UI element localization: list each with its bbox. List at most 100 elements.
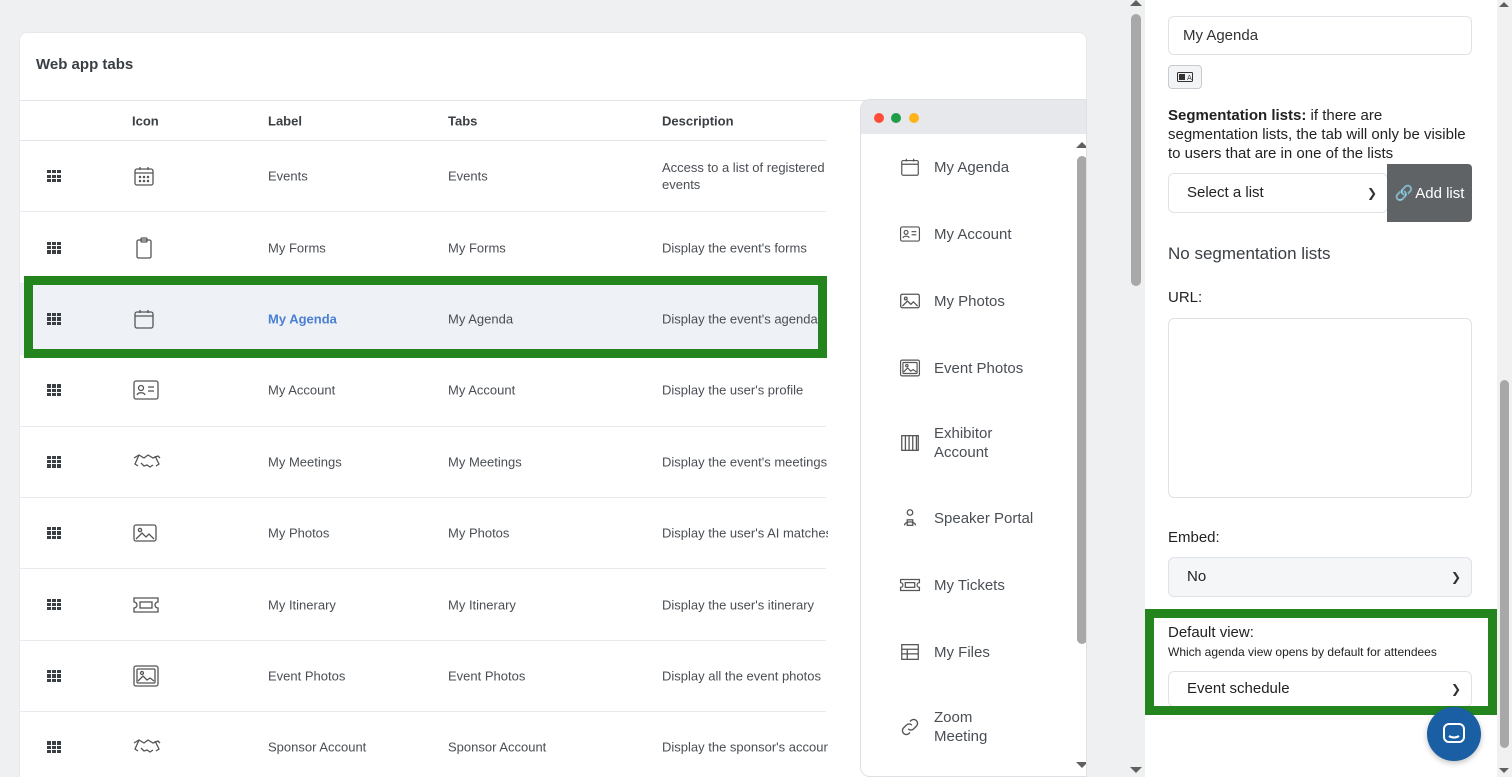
table-row-selected[interactable]: My Agenda My Agenda Display the event's … [20, 283, 826, 356]
preview-menu-my-photos[interactable]: My Photos [861, 281, 1061, 321]
row-description: Display the user's itinerary [662, 597, 815, 613]
drag-handle-icon[interactable] [47, 455, 61, 468]
row-tabs: My Forms [448, 240, 506, 256]
header-label: Label [268, 113, 302, 128]
table-row[interactable]: Events Events Access to a list of regist… [20, 141, 826, 213]
row-label[interactable]: Sponsor Account [268, 740, 366, 755]
photo-icon [132, 521, 158, 545]
table-row[interactable]: Sponsor Account Sponsor Account Display … [20, 712, 828, 777]
embed-select[interactable]: No ❯ [1168, 557, 1472, 597]
label-input[interactable]: My Agenda [1168, 16, 1472, 55]
preview-menu-my-agenda[interactable]: My Agenda [861, 147, 1061, 187]
translate-button[interactable]: A [1168, 65, 1202, 89]
row-tabs: My Photos [448, 525, 510, 541]
row-tabs: Event Photos [448, 668, 526, 684]
default-view-help: Which agenda view opens by default for a… [1168, 645, 1437, 659]
menu-label: My Account [934, 225, 1012, 243]
url-label: URL: [1168, 289, 1203, 306]
row-label[interactable]: My Meetings [268, 454, 342, 469]
row-label-link[interactable]: My Agenda [268, 311, 337, 326]
row-description: Display the event's forms [662, 240, 807, 256]
preview-title-bar [861, 100, 1086, 134]
web-app-preview: My Agenda My Account My Photos Event Pho… [860, 99, 1087, 777]
handshake-icon [132, 450, 162, 474]
drag-handle-icon[interactable] [47, 312, 61, 325]
panel-scrollbar[interactable] [1497, 0, 1512, 777]
calendar-grid-icon [132, 164, 156, 188]
menu-label: Speaker Portal [934, 509, 1034, 527]
chevron-down-icon: ❯ [1450, 682, 1461, 696]
drag-handle-icon[interactable] [47, 241, 61, 254]
main-scrollbar[interactable] [1128, 0, 1144, 777]
calendar-icon [899, 156, 921, 178]
window-minimize-dot [909, 113, 919, 123]
menu-label: My Photos [934, 292, 1005, 310]
preview-menu-event-photos[interactable]: Event Photos [861, 348, 1061, 388]
row-label[interactable]: Event Photos [268, 668, 345, 683]
url-textarea[interactable] [1168, 318, 1472, 498]
menu-label: My Files [934, 643, 990, 661]
add-list-button[interactable]: 🔗 Add list [1387, 164, 1472, 222]
table-row[interactable]: My Itinerary My Itinerary Display the us… [20, 569, 826, 641]
preview-menu-my-files[interactable]: My Files [861, 632, 1061, 672]
preview-menu-my-tickets[interactable]: My Tickets [861, 565, 1061, 605]
preview-menu-my-account[interactable]: My Account [861, 214, 1061, 254]
row-label[interactable]: Events [268, 169, 308, 184]
drag-handle-icon[interactable] [47, 527, 61, 540]
photos-icon [132, 664, 160, 688]
row-description: Access to a list of registered events [662, 160, 825, 193]
scroll-thumb[interactable] [1500, 380, 1509, 748]
scroll-down-icon[interactable] [1130, 767, 1142, 773]
segmentation-list-select[interactable]: Select a list ❯ [1168, 173, 1388, 213]
drag-handle-icon[interactable] [47, 598, 61, 611]
chevron-down-icon: ❯ [1450, 570, 1461, 584]
row-label[interactable]: My Account [268, 383, 335, 398]
preview-menu-zoom-meeting[interactable]: Zoom Meeting [861, 705, 1061, 749]
table-row[interactable]: My Meetings My Meetings Display the even… [20, 427, 828, 498]
ticket-icon [132, 593, 160, 617]
row-tabs: My Meetings [448, 454, 522, 470]
table-header: Icon Label Tabs Description [20, 101, 826, 141]
menu-label: Zoom Meeting [934, 709, 988, 745]
drag-handle-icon[interactable] [47, 669, 61, 682]
menu-label: Exhibitor Account [934, 425, 993, 461]
svg-text:A: A [1187, 74, 1192, 82]
scroll-up-icon[interactable] [1130, 0, 1142, 6]
table-row[interactable]: My Photos My Photos Display the user's A… [20, 498, 828, 570]
row-label[interactable]: My Forms [268, 240, 326, 255]
drag-handle-icon[interactable] [47, 170, 61, 183]
scroll-up-icon[interactable] [1499, 2, 1509, 7]
scroll-thumb[interactable] [1131, 14, 1141, 286]
row-label[interactable]: My Photos [268, 526, 329, 541]
chat-button[interactable] [1427, 707, 1481, 761]
table-row[interactable]: My Forms My Forms Display the event's fo… [20, 212, 826, 284]
table-row[interactable]: My Account My Account Display the user's… [20, 355, 826, 427]
row-label[interactable]: My Itinerary [268, 597, 336, 612]
translate-icon: A [1177, 72, 1193, 82]
table-icon [899, 641, 921, 663]
menu-label: My Agenda [934, 158, 1010, 176]
clipboard-icon [132, 236, 156, 260]
row-description: Display the event's meetings [662, 454, 828, 470]
preview-scrollbar[interactable] [1066, 134, 1086, 776]
row-tabs: My Account [448, 382, 516, 398]
table-row[interactable]: Event Photos Event Photos Display all th… [20, 641, 826, 713]
scroll-thumb[interactable] [1077, 156, 1086, 644]
header-tabs: Tabs [448, 113, 478, 128]
scroll-down-icon[interactable] [1499, 768, 1509, 773]
drag-handle-icon[interactable] [47, 741, 61, 754]
scroll-down-icon[interactable] [1076, 762, 1086, 768]
menu-label: Event Photos [934, 359, 1024, 377]
scroll-up-icon[interactable] [1076, 142, 1086, 148]
calendar-icon [132, 307, 156, 331]
default-view-select[interactable]: Event schedule ❯ [1168, 671, 1472, 707]
header-description: Description [662, 113, 734, 128]
row-tabs: My Agenda [448, 311, 514, 327]
row-tabs: Sponsor Account [448, 739, 547, 755]
photos-icon [899, 357, 921, 379]
preview-menu-exhibitor-account[interactable]: Exhibitor Account [861, 421, 1061, 465]
drag-handle-icon[interactable] [47, 384, 61, 397]
row-description: Display the event's agenda [662, 311, 818, 327]
preview-menu-speaker-portal[interactable]: Speaker Portal [861, 498, 1061, 538]
speaker-icon [899, 507, 921, 529]
